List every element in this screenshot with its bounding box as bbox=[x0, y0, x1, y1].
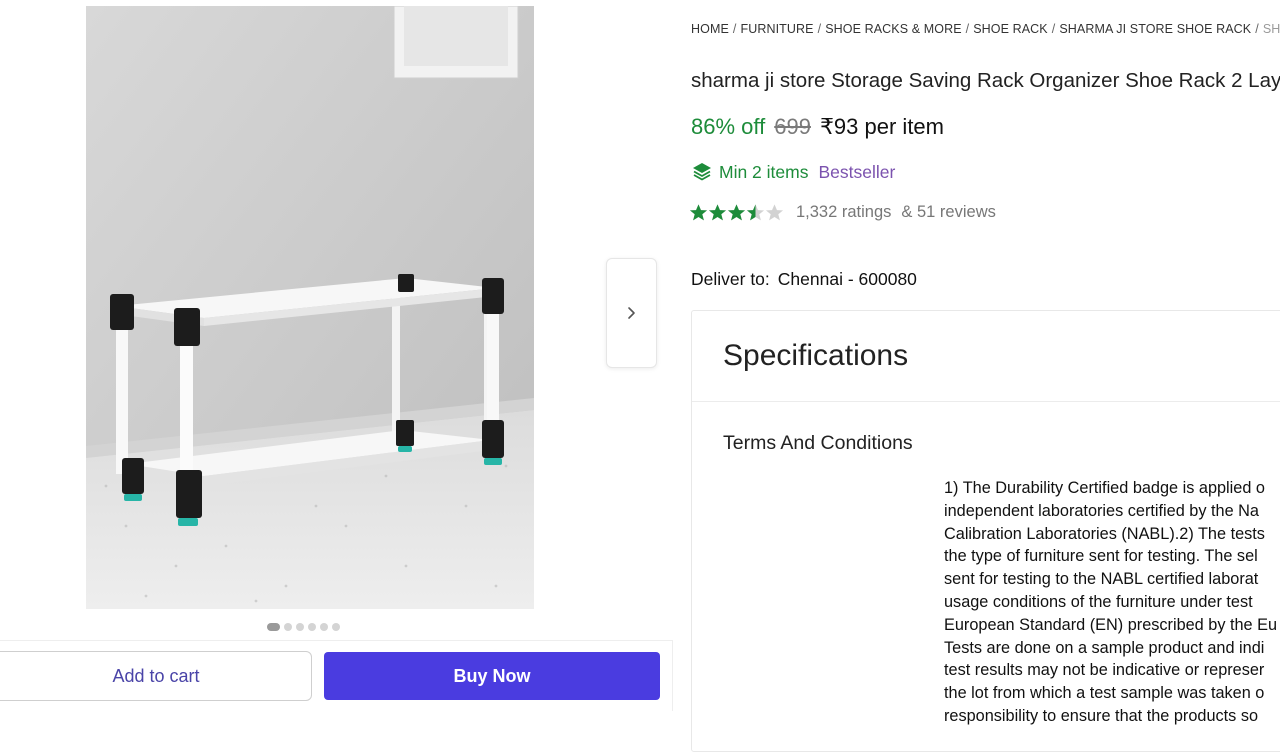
star-icon bbox=[689, 204, 708, 221]
carousel-dot[interactable] bbox=[267, 623, 280, 631]
terms-line: Calibration Laboratories (NABL).2) The t… bbox=[944, 524, 1265, 543]
action-bar: Add to cart Buy Now bbox=[0, 640, 673, 711]
rating-row[interactable]: 1,332 ratings & 51 reviews bbox=[689, 203, 996, 222]
breadcrumb-item[interactable]: SHARMA JI STORE SHOE RACK bbox=[1059, 22, 1251, 36]
breadcrumb-item[interactable]: SHOE RACK bbox=[973, 22, 1048, 36]
carousel-dot[interactable] bbox=[308, 623, 316, 631]
carousel-dots[interactable] bbox=[267, 623, 340, 631]
star-icon bbox=[708, 204, 727, 221]
specifications-card: Specifications Terms And Conditions 1) T… bbox=[691, 310, 1280, 752]
chevron-right-icon bbox=[627, 307, 635, 319]
carousel-dot[interactable] bbox=[284, 623, 292, 631]
terms-line: usage conditions of the furniture under … bbox=[944, 592, 1253, 611]
terms-line: responsibility to ensure that the produc… bbox=[944, 706, 1259, 725]
discount-percent: 86% off bbox=[691, 114, 766, 139]
terms-line: sent for testing to the NABL certified l… bbox=[944, 570, 1259, 589]
product-image[interactable] bbox=[86, 6, 534, 609]
terms-line: test results may not be indicative or re… bbox=[944, 661, 1265, 680]
price-row: 86% off 699 ₹93 per item bbox=[691, 114, 944, 140]
breadcrumb-item[interactable]: FURNITURE bbox=[740, 22, 813, 36]
terms-line: 1) The Durability Certified badge is app… bbox=[944, 479, 1265, 497]
star-rating bbox=[689, 203, 784, 222]
terms-line: European Standard (EN) prescribed by the… bbox=[944, 615, 1278, 634]
carousel-dot[interactable] bbox=[320, 623, 328, 631]
deliver-to-label: Deliver to: bbox=[691, 269, 770, 289]
carousel-dot[interactable] bbox=[332, 623, 340, 631]
breadcrumb-item[interactable]: HOME bbox=[691, 22, 729, 36]
delivery-location[interactable]: Chennai - 600080 bbox=[778, 269, 917, 289]
breadcrumb-item[interactable]: SHOE RACKS & MORE bbox=[825, 22, 961, 36]
star-icon bbox=[727, 204, 746, 221]
specifications-heading: Specifications bbox=[723, 339, 909, 372]
layers-icon bbox=[693, 163, 711, 181]
original-price: 699 bbox=[774, 114, 811, 139]
terms-line: the lot from which a test sample was tak… bbox=[944, 684, 1265, 703]
star-icon bbox=[765, 204, 784, 221]
min-items-label: Min 2 items bbox=[719, 161, 809, 182]
bestseller-badge: Bestseller bbox=[818, 161, 896, 182]
carousel-dot[interactable] bbox=[296, 623, 304, 631]
next-image-button[interactable] bbox=[606, 258, 657, 368]
ratings-count: 1,332 ratings bbox=[796, 203, 892, 221]
divider bbox=[692, 401, 1280, 402]
terms-line: the type of furniture sent for testing. … bbox=[944, 547, 1258, 566]
terms-heading: Terms And Conditions bbox=[723, 432, 913, 454]
reviews-count: & 51 reviews bbox=[901, 203, 996, 221]
product-title: sharma ji store Storage Saving Rack Orga… bbox=[691, 69, 1280, 92]
breadcrumb: HOME / FURNITURE / SHOE RACKS & MORE / SHOE RA… bbox=[691, 22, 1280, 36]
terms-text: 1) The Durability Certified badge is app… bbox=[944, 477, 1280, 728]
add-to-cart-button[interactable]: Add to cart bbox=[0, 651, 312, 701]
breadcrumb-current: SHARM bbox=[1262, 22, 1280, 36]
delivery-row[interactable]: Deliver to: Chennai - 600080 bbox=[691, 269, 917, 290]
selling-price: ₹93 per item bbox=[819, 114, 944, 139]
terms-line: Tests are done on a sample product and i… bbox=[944, 638, 1265, 657]
star-icon bbox=[746, 204, 765, 221]
buy-now-button[interactable]: Buy Now bbox=[324, 652, 660, 700]
terms-line: independent laboratories certified by th… bbox=[944, 501, 1259, 520]
offer-row: Min 2 items Bestseller bbox=[691, 161, 895, 183]
